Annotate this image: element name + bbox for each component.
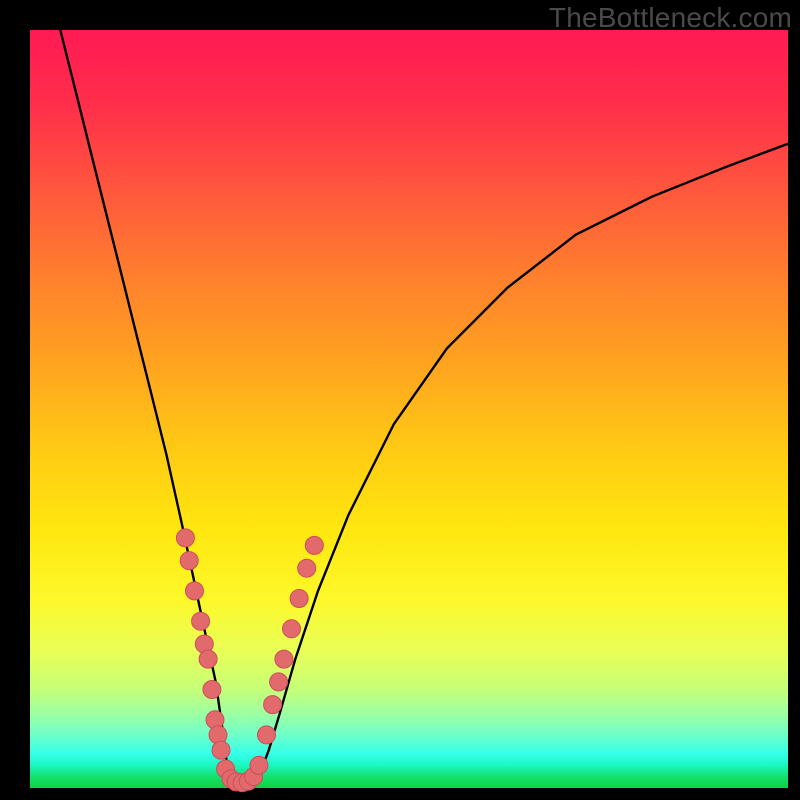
marker-dot (250, 756, 268, 774)
marker-dot (258, 726, 276, 744)
chart-svg (30, 30, 788, 788)
marker-dot (270, 673, 288, 691)
marker-dot (186, 582, 204, 600)
marker-dot (290, 590, 308, 608)
curve-layer (60, 30, 788, 784)
marker-dot (298, 559, 316, 577)
marker-dot (283, 620, 301, 638)
marker-dot (192, 612, 210, 630)
marker-dot (264, 696, 282, 714)
marker-dots-layer (176, 529, 323, 792)
outer-frame: TheBottleneck.com (0, 0, 800, 800)
marker-dot (180, 552, 198, 570)
marker-dot (203, 681, 221, 699)
marker-dot (212, 741, 230, 759)
bottleneck-curve (60, 30, 788, 784)
marker-dot (199, 650, 217, 668)
marker-dot (275, 650, 293, 668)
marker-dot (305, 536, 323, 554)
marker-dot (176, 529, 194, 547)
watermark-text: TheBottleneck.com (549, 2, 792, 34)
